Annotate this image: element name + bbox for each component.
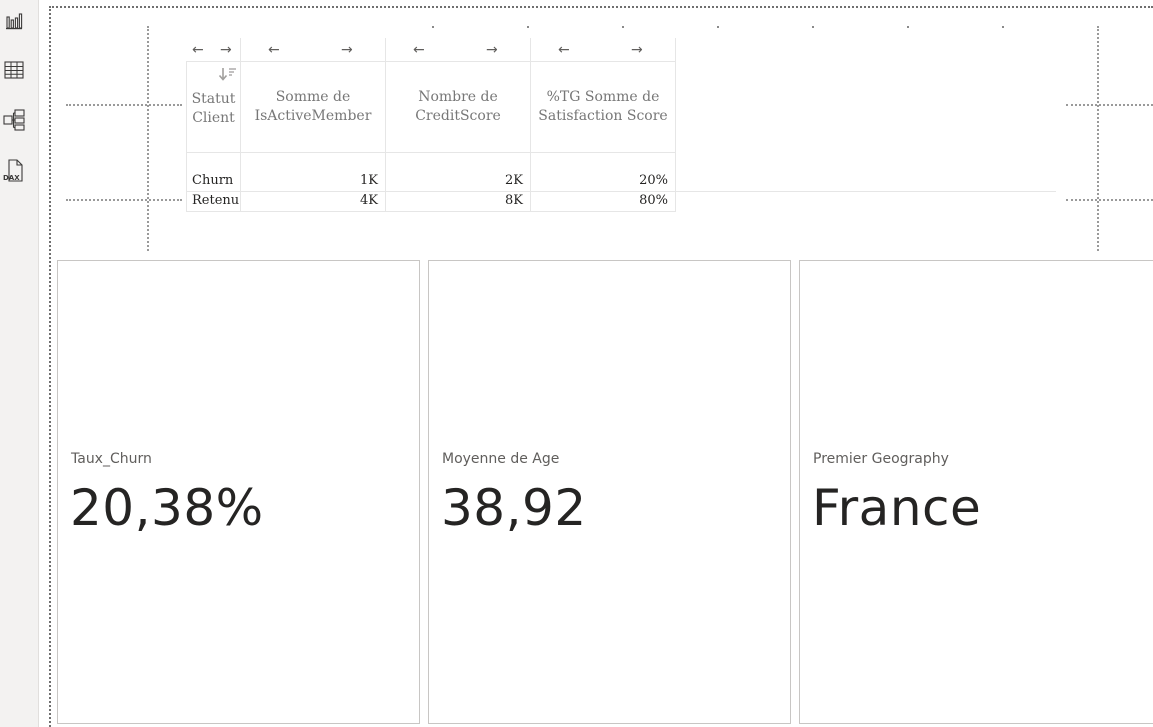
cell-credit-score: 2K <box>505 173 523 188</box>
grid-tick <box>622 26 624 28</box>
card-value: 20,38% <box>70 479 264 537</box>
card-label: Taux_Churn <box>71 451 152 467</box>
grid-tick <box>812 26 814 28</box>
column-header-satisfaction-score[interactable]: %TG Somme de Satisfaction Score <box>531 62 675 152</box>
table-grid-icon <box>4 61 24 79</box>
cell-active-member: 1K <box>360 173 378 188</box>
cell-active-member: 4K <box>360 193 378 208</box>
row-separator <box>186 211 676 212</box>
column-move-left-icon[interactable]: ← <box>268 43 280 57</box>
dax-icon-badge: DAX <box>3 174 20 182</box>
row-label-status: Retenu <box>192 193 240 208</box>
bar-chart-icon <box>6 13 23 30</box>
grid-tick <box>907 26 909 28</box>
model-view-button[interactable] <box>3 109 25 131</box>
table-view-button[interactable] <box>3 59 25 81</box>
column-border <box>675 38 676 212</box>
card-label: Premier Geography <box>813 451 949 467</box>
grid-tick <box>717 26 719 28</box>
selection-guide-right <box>1097 26 1099 251</box>
header-bottom-border <box>186 152 676 153</box>
grid-tick <box>527 26 529 28</box>
report-view-button[interactable] <box>3 10 25 32</box>
card-premier-geography[interactable]: Premier Geography France <box>799 260 1153 724</box>
selection-guide-left <box>147 26 149 251</box>
card-moyenne-age[interactable]: Moyenne de Age 38,92 <box>428 260 791 724</box>
cell-satisfaction: 20% <box>639 173 668 188</box>
column-move-left-icon[interactable]: ← <box>192 43 204 57</box>
dax-icon: DAX <box>3 159 23 182</box>
view-rail: DAX <box>0 0 39 727</box>
grid-tick <box>432 26 434 28</box>
column-header-creditscore[interactable]: Nombre de CreditScore <box>386 62 530 152</box>
column-move-right-icon[interactable]: → <box>220 43 232 57</box>
selection-guide-bottom-left <box>66 199 182 201</box>
row-label-status: Churn <box>192 173 234 188</box>
selection-guide-top-left <box>66 104 182 106</box>
cell-satisfaction: 80% <box>639 193 668 208</box>
column-move-left-icon[interactable]: ← <box>558 43 570 57</box>
dax-query-view-button[interactable]: DAX <box>3 159 25 182</box>
selection-guide-bottom-right <box>1066 199 1153 201</box>
column-header-statut-client[interactable]: Statut Client <box>186 62 241 152</box>
column-move-right-icon[interactable]: → <box>341 43 353 57</box>
column-move-right-icon[interactable]: → <box>486 43 498 57</box>
card-taux-churn[interactable]: Taux_Churn 20,38% <box>57 260 420 724</box>
card-value: France <box>812 479 982 537</box>
model-icon <box>3 109 25 131</box>
card-value: 38,92 <box>441 479 587 537</box>
grid-tick <box>1002 26 1004 28</box>
card-label: Moyenne de Age <box>442 451 560 467</box>
cell-credit-score: 8K <box>505 193 523 208</box>
column-move-left-icon[interactable]: ← <box>413 43 425 57</box>
column-move-right-icon[interactable]: → <box>631 43 643 57</box>
column-header-isactivemember[interactable]: Somme de IsActiveMember <box>241 62 385 152</box>
selection-guide-top-right <box>1066 104 1153 106</box>
